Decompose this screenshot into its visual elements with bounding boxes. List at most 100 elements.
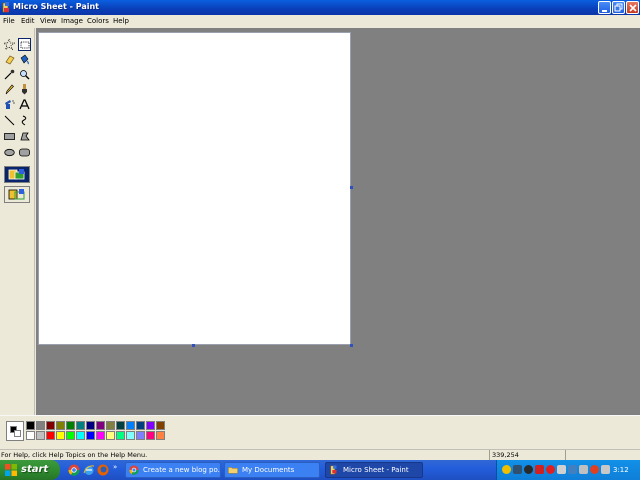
menu-colors[interactable]: Colors bbox=[87, 16, 109, 27]
eraser-tool[interactable] bbox=[3, 53, 16, 66]
security-shield-icon[interactable] bbox=[502, 465, 511, 474]
status-help-text: For Help, click Help Topics on the Help … bbox=[1, 451, 148, 459]
ie-quicklaunch-icon[interactable] bbox=[83, 464, 95, 476]
menu-image[interactable]: Image bbox=[61, 16, 83, 27]
palette-swatch[interactable] bbox=[96, 431, 105, 440]
palette-swatch[interactable] bbox=[116, 421, 125, 430]
close-button[interactable] bbox=[626, 1, 639, 14]
windows-logo-icon bbox=[5, 464, 17, 476]
pick-color-tool[interactable] bbox=[3, 68, 16, 81]
palette-swatch[interactable] bbox=[76, 421, 85, 430]
palette-swatch[interactable] bbox=[156, 421, 165, 430]
fill-option-transparent[interactable] bbox=[4, 186, 30, 203]
palette-swatch[interactable] bbox=[66, 431, 75, 440]
fill-option-opaque[interactable] bbox=[4, 166, 30, 183]
line-icon bbox=[4, 115, 15, 126]
title-bar[interactable]: Micro Sheet - Paint bbox=[0, 0, 640, 15]
brush-tool[interactable] bbox=[18, 83, 31, 96]
rectangle-tool[interactable] bbox=[3, 130, 16, 143]
palette-swatch[interactable] bbox=[46, 431, 55, 440]
task-label: My Documents bbox=[242, 466, 295, 474]
minimize-button[interactable] bbox=[598, 1, 611, 14]
palette-swatch[interactable] bbox=[156, 431, 165, 440]
palette-swatch[interactable] bbox=[86, 421, 95, 430]
palette-swatch[interactable] bbox=[146, 431, 155, 440]
close-icon bbox=[629, 4, 637, 12]
free-form-select-tool[interactable] bbox=[3, 38, 16, 51]
rectangle-icon bbox=[4, 133, 15, 140]
palette-swatch[interactable] bbox=[76, 431, 85, 440]
resize-handle-right[interactable] bbox=[350, 186, 353, 189]
palette-swatch[interactable] bbox=[46, 421, 55, 430]
fill-tool[interactable] bbox=[18, 53, 31, 66]
menu-file[interactable]: File bbox=[3, 16, 15, 27]
tool-box bbox=[0, 28, 35, 415]
palette-swatch[interactable] bbox=[36, 431, 45, 440]
polygon-icon bbox=[20, 132, 30, 141]
palette-swatch[interactable] bbox=[106, 431, 115, 440]
restore-icon bbox=[614, 3, 623, 12]
palette-swatch[interactable] bbox=[116, 431, 125, 440]
quicklaunch-overflow-icon[interactable]: » bbox=[113, 463, 117, 471]
transparent-option-icon bbox=[8, 189, 25, 200]
task-micro-sheet-paint[interactable]: Micro Sheet - Paint bbox=[325, 462, 423, 478]
battery-icon[interactable] bbox=[557, 465, 566, 474]
drawing-canvas[interactable] bbox=[38, 32, 351, 345]
color-box bbox=[0, 415, 640, 446]
text-tool[interactable] bbox=[18, 98, 31, 111]
firefox-quicklaunch-icon[interactable] bbox=[97, 464, 109, 476]
current-colors bbox=[6, 421, 24, 441]
volume-icon[interactable] bbox=[601, 465, 610, 474]
display-icon[interactable] bbox=[568, 465, 577, 474]
menu-view[interactable]: View bbox=[40, 16, 57, 27]
app-tray-icon[interactable] bbox=[524, 465, 533, 474]
chrome-quicklaunch-icon[interactable] bbox=[68, 464, 80, 476]
pencil-tool[interactable] bbox=[3, 83, 16, 96]
menu-edit[interactable]: Edit bbox=[21, 16, 35, 27]
status-bar: For Help, click Help Topics on the Help … bbox=[0, 449, 640, 461]
antivirus-icon[interactable] bbox=[535, 465, 544, 474]
line-tool[interactable] bbox=[3, 114, 16, 127]
palette-swatch[interactable] bbox=[126, 431, 135, 440]
computer-icon[interactable] bbox=[579, 465, 588, 474]
palette-swatch[interactable] bbox=[56, 431, 65, 440]
airbrush-tool[interactable] bbox=[3, 98, 16, 111]
palette-swatch[interactable] bbox=[96, 421, 105, 430]
clock[interactable]: 3:12 PM bbox=[613, 460, 640, 480]
palette-swatch[interactable] bbox=[26, 421, 35, 430]
resize-handle-bottom[interactable] bbox=[192, 344, 195, 347]
rounded-rect-icon bbox=[19, 148, 30, 157]
task-my-documents[interactable]: My Documents bbox=[224, 462, 320, 478]
palette-swatch[interactable] bbox=[26, 431, 35, 440]
alert-icon[interactable] bbox=[546, 465, 555, 474]
palette-swatch[interactable] bbox=[136, 431, 145, 440]
palette-swatch[interactable] bbox=[146, 421, 155, 430]
background-color bbox=[14, 430, 21, 437]
palette-swatch[interactable] bbox=[56, 421, 65, 430]
magnifier-icon bbox=[20, 70, 30, 80]
task-blog-post[interactable]: Create a new blog po... bbox=[125, 462, 221, 478]
palette-swatch[interactable] bbox=[66, 421, 75, 430]
rounded-rectangle-tool[interactable] bbox=[18, 146, 31, 159]
resize-handle-corner[interactable] bbox=[350, 344, 353, 347]
paint-bucket-icon bbox=[20, 54, 29, 65]
magnifier-tool[interactable] bbox=[18, 68, 31, 81]
palette-swatch[interactable] bbox=[36, 421, 45, 430]
palette-swatch[interactable] bbox=[106, 421, 115, 430]
curve-icon bbox=[21, 115, 27, 126]
start-label: start bbox=[21, 464, 49, 475]
start-button[interactable]: start bbox=[0, 460, 60, 480]
curve-tool[interactable] bbox=[18, 114, 31, 127]
network-icon[interactable] bbox=[513, 465, 522, 474]
ellipse-tool[interactable] bbox=[3, 146, 16, 159]
minimize-icon bbox=[602, 10, 607, 12]
palette-swatch[interactable] bbox=[86, 431, 95, 440]
system-tray: 3:12 PM bbox=[496, 460, 640, 480]
palette-swatch[interactable] bbox=[126, 421, 135, 430]
select-tool[interactable] bbox=[18, 38, 31, 51]
menu-help[interactable]: Help bbox=[113, 16, 129, 27]
polygon-tool[interactable] bbox=[18, 130, 31, 143]
update-icon[interactable] bbox=[590, 465, 599, 474]
maximize-button[interactable] bbox=[612, 1, 625, 14]
palette-swatch[interactable] bbox=[136, 421, 145, 430]
